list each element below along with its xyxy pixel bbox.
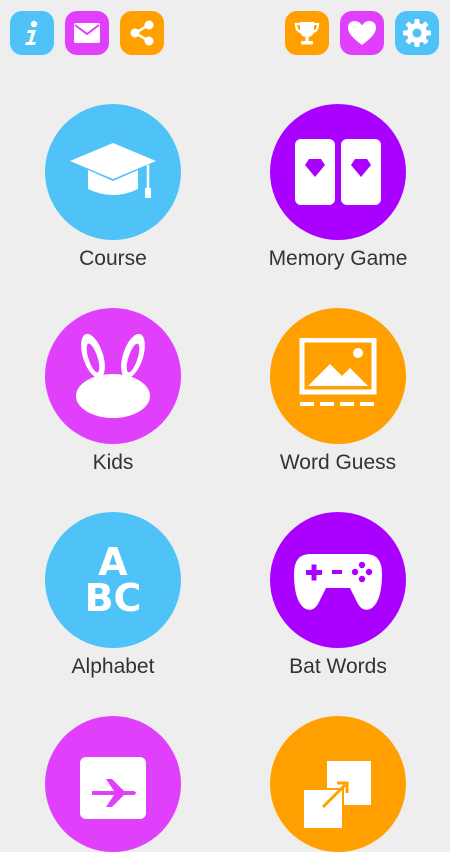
menu-item-label: Kids xyxy=(92,451,134,474)
course-circle[interactable] xyxy=(45,104,181,240)
airplane-icon xyxy=(80,757,146,819)
menu-item-course[interactable]: Course xyxy=(13,104,213,272)
word-guess-circle[interactable] xyxy=(270,308,406,444)
resize-circle[interactable] xyxy=(270,716,406,852)
memory-game-circle[interactable] xyxy=(270,104,406,240)
menu-item-alphabet[interactable]: A BC Alphabet xyxy=(13,512,213,680)
abc-icon: A BC xyxy=(84,540,142,620)
graduation-cap-icon xyxy=(70,143,156,198)
cards-icon xyxy=(295,139,381,205)
menu-item-word-guess[interactable]: Word Guess xyxy=(238,308,438,476)
gamepad-icon xyxy=(294,554,382,610)
travel-circle[interactable] xyxy=(45,716,181,852)
menu-item-travel[interactable] xyxy=(13,716,213,852)
alphabet-circle[interactable]: A BC xyxy=(45,512,181,648)
menu-item-label: Course xyxy=(79,247,147,270)
kids-circle[interactable] xyxy=(45,308,181,444)
picture-guess-icon xyxy=(299,338,377,406)
menu-grid: Course Memory Game Kids Word Guess A BC … xyxy=(0,0,450,852)
menu-item-label: Alphabet xyxy=(71,655,155,678)
abc-icon-top: A xyxy=(98,540,128,584)
menu-item-kids[interactable]: Kids xyxy=(13,308,213,476)
menu-item-resize[interactable] xyxy=(238,716,438,852)
menu-item-label: Memory Game xyxy=(268,247,408,270)
bat-words-circle[interactable] xyxy=(270,512,406,648)
menu-item-memory-game[interactable]: Memory Game xyxy=(238,104,438,272)
bunny-icon xyxy=(76,334,150,418)
menu-item-label: Word Guess xyxy=(279,451,397,474)
resize-icon xyxy=(302,761,371,829)
menu-item-bat-words[interactable]: Bat Words xyxy=(238,512,438,680)
abc-icon-bottom: BC xyxy=(84,576,142,620)
menu-item-label: Bat Words xyxy=(289,655,387,678)
